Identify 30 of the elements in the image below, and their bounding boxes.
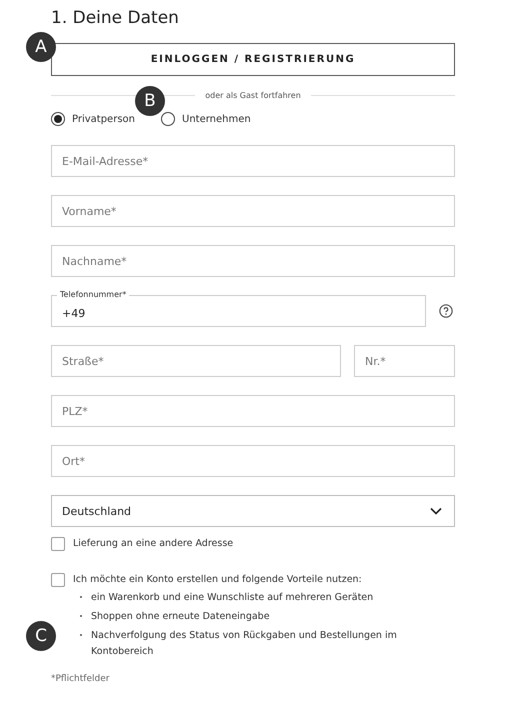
section-title: 1. Deine Daten <box>51 7 180 30</box>
radio-label: Unternehmen <box>182 114 251 124</box>
chevron-down-icon <box>430 507 442 515</box>
text-field[interactable]: Ort* <box>51 445 455 477</box>
annotation-marker: B <box>135 86 165 116</box>
text-field[interactable]: Nr.* <box>354 345 455 377</box>
checkbox[interactable] <box>51 573 65 587</box>
benefit-text: Shoppen ohne erneute Dateneingabe <box>91 610 271 624</box>
divider-text: oder als Gast fortfahren <box>205 91 301 100</box>
text-field[interactable]: Nachname* <box>51 245 455 277</box>
annotation-marker: C <box>26 621 56 651</box>
text-field[interactable]: E-Mail-Adresse* <box>51 145 455 177</box>
radio-button[interactable] <box>161 112 175 126</box>
text-field[interactable]: Straße* <box>51 345 341 377</box>
text-field[interactable]: Vorname* <box>51 195 455 227</box>
checkbox-label: Ich möchte ein Konto erstellen und folgende Vorteile nutzen: <box>73 573 363 587</box>
radio-label: Privatperson <box>72 114 135 124</box>
radio-button[interactable] <box>51 112 65 126</box>
field-label: Telefonnummer* <box>57 289 130 300</box>
checkbox-label: Lieferung an eine andere Adresse <box>73 537 234 551</box>
login-button[interactable]: EINLOGGEN / REGISTRIERUNG <box>51 43 455 76</box>
checkbox[interactable] <box>51 537 65 551</box>
help-icon[interactable] <box>439 304 453 318</box>
text-field[interactable]: PLZ* <box>51 395 455 427</box>
benefit-text: Nachverfolgung des Status von Rückgaben und Bestellungen im Kontobereich <box>91 629 398 659</box>
country-select[interactable]: Deutschland <box>51 495 455 527</box>
benefit-text: ein Warenkorb und eine Wunschliste auf mehreren Geräten <box>91 591 374 605</box>
required-note: *Pflichtfelder <box>51 674 110 684</box>
phone-input[interactable]: +49 <box>52 307 425 326</box>
annotation-marker: A <box>26 32 56 62</box>
